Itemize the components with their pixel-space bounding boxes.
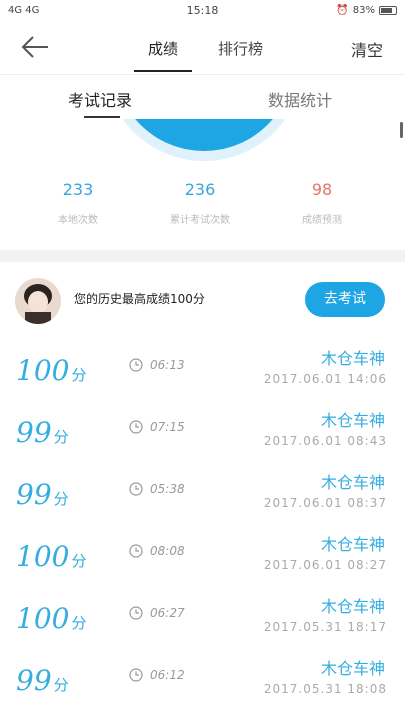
record-score: 99 分 xyxy=(16,478,69,511)
score-value: 100 xyxy=(16,540,70,573)
stat-value: 236 xyxy=(184,180,216,199)
stat-value: 233 xyxy=(62,180,94,199)
record-name: 木仓车神 xyxy=(320,659,385,678)
stat-local-count: 233 本地次数 xyxy=(23,180,133,226)
stat-label: 累计考试次数 xyxy=(170,215,230,226)
score-gauge xyxy=(0,119,405,169)
record-score: 100 分 xyxy=(16,602,86,635)
stat-label: 成绩预测 xyxy=(302,215,342,226)
tab-scores[interactable]: 成绩 xyxy=(148,38,178,59)
go-exam-button[interactable]: 去考试 xyxy=(305,282,385,317)
record-name: 木仓车神 xyxy=(320,349,385,368)
avatar xyxy=(15,278,61,324)
record-score: 100 分 xyxy=(16,540,86,573)
list-item[interactable]: 100 分 06:13 木仓车神 2017.06.01 14:06 xyxy=(0,340,405,402)
score-unit: 分 xyxy=(71,366,87,384)
clock-icon xyxy=(129,668,143,682)
clear-button[interactable]: 清空 xyxy=(351,37,383,61)
record-date: 2017.05.31 18:08 xyxy=(263,682,387,696)
list-item[interactable]: 99 分 06:12 木仓车神 2017.05.31 18:08 xyxy=(0,650,405,712)
record-duration: 06:12 xyxy=(150,668,185,682)
record-date: 2017.05.31 18:17 xyxy=(263,620,387,634)
record-date: 2017.06.01 08:43 xyxy=(263,434,387,448)
score-unit: 分 xyxy=(53,428,69,446)
tab-data-statistics[interactable]: 数据统计 xyxy=(268,87,332,111)
best-score-text: 您的历史最高成绩100分 xyxy=(74,292,205,306)
score-value: 100 xyxy=(16,602,70,635)
record-name: 木仓车神 xyxy=(320,411,385,430)
score-value: 99 xyxy=(16,416,52,449)
battery-icon xyxy=(379,5,397,15)
tab-ranking[interactable]: 排行榜 xyxy=(218,38,263,59)
best-score-card: 您的历史最高成绩100分 去考试 xyxy=(0,262,405,338)
list-item[interactable]: 99 分 05:38 木仓车神 2017.06.01 08:37 xyxy=(0,464,405,526)
subtab-active-indicator xyxy=(84,116,120,118)
record-name: 木仓车神 xyxy=(320,597,385,616)
record-duration: 06:27 xyxy=(150,606,185,620)
record-date: 2017.06.01 08:37 xyxy=(263,496,387,510)
record-name: 木仓车神 xyxy=(320,473,385,492)
score-unit: 分 xyxy=(71,552,87,570)
score-unit: 分 xyxy=(53,490,69,508)
tab-active-indicator xyxy=(134,70,192,72)
list-item[interactable]: 99 分 07:15 木仓车神 2017.06.01 08:43 xyxy=(0,402,405,464)
stat-total-exams: 236 累计考试次数 xyxy=(145,180,255,226)
record-date: 2017.06.01 08:27 xyxy=(263,558,387,572)
clock-icon xyxy=(129,420,143,434)
list-item[interactable]: 100 分 08:08 木仓车神 2017.06.01 08:27 xyxy=(0,526,405,588)
stat-score-prediction: 98 成绩预测 xyxy=(267,180,377,226)
record-duration: 08:08 xyxy=(150,544,185,558)
status-bar: 4G 4G 15:18 ⏰ 83% xyxy=(0,0,405,20)
stat-value: 98 xyxy=(311,180,333,199)
tab-exam-records[interactable]: 考试记录 xyxy=(68,87,132,111)
record-score: 99 分 xyxy=(16,416,69,449)
record-score: 99 分 xyxy=(16,664,69,697)
stats-row: 233 本地次数 236 累计考试次数 98 成绩预测 xyxy=(0,180,405,230)
record-date: 2017.06.01 14:06 xyxy=(263,372,387,386)
stat-label: 本地次数 xyxy=(58,215,98,226)
score-value: 99 xyxy=(16,478,52,511)
clock-icon xyxy=(129,358,143,372)
clock-time: 15:18 xyxy=(186,4,219,17)
record-name: 木仓车神 xyxy=(320,535,385,554)
list-item[interactable]: 100 分 06:27 木仓车神 2017.05.31 18:17 xyxy=(0,588,405,650)
score-value: 100 xyxy=(16,354,70,387)
record-duration: 06:13 xyxy=(150,358,185,372)
record-score: 100 分 xyxy=(16,354,86,387)
score-unit: 分 xyxy=(53,676,69,694)
record-duration: 05:38 xyxy=(150,482,185,496)
record-duration: 07:15 xyxy=(150,420,185,434)
clock-icon xyxy=(129,606,143,620)
back-arrow-icon[interactable] xyxy=(20,34,50,60)
sub-tabs: 考试记录 数据统计 xyxy=(0,75,405,119)
clock-icon xyxy=(129,544,143,558)
score-value: 99 xyxy=(16,664,52,697)
section-divider xyxy=(0,250,405,262)
clock-icon xyxy=(129,482,143,496)
score-unit: 分 xyxy=(71,614,87,632)
top-bar: 成绩 排行榜 清空 xyxy=(0,20,405,75)
